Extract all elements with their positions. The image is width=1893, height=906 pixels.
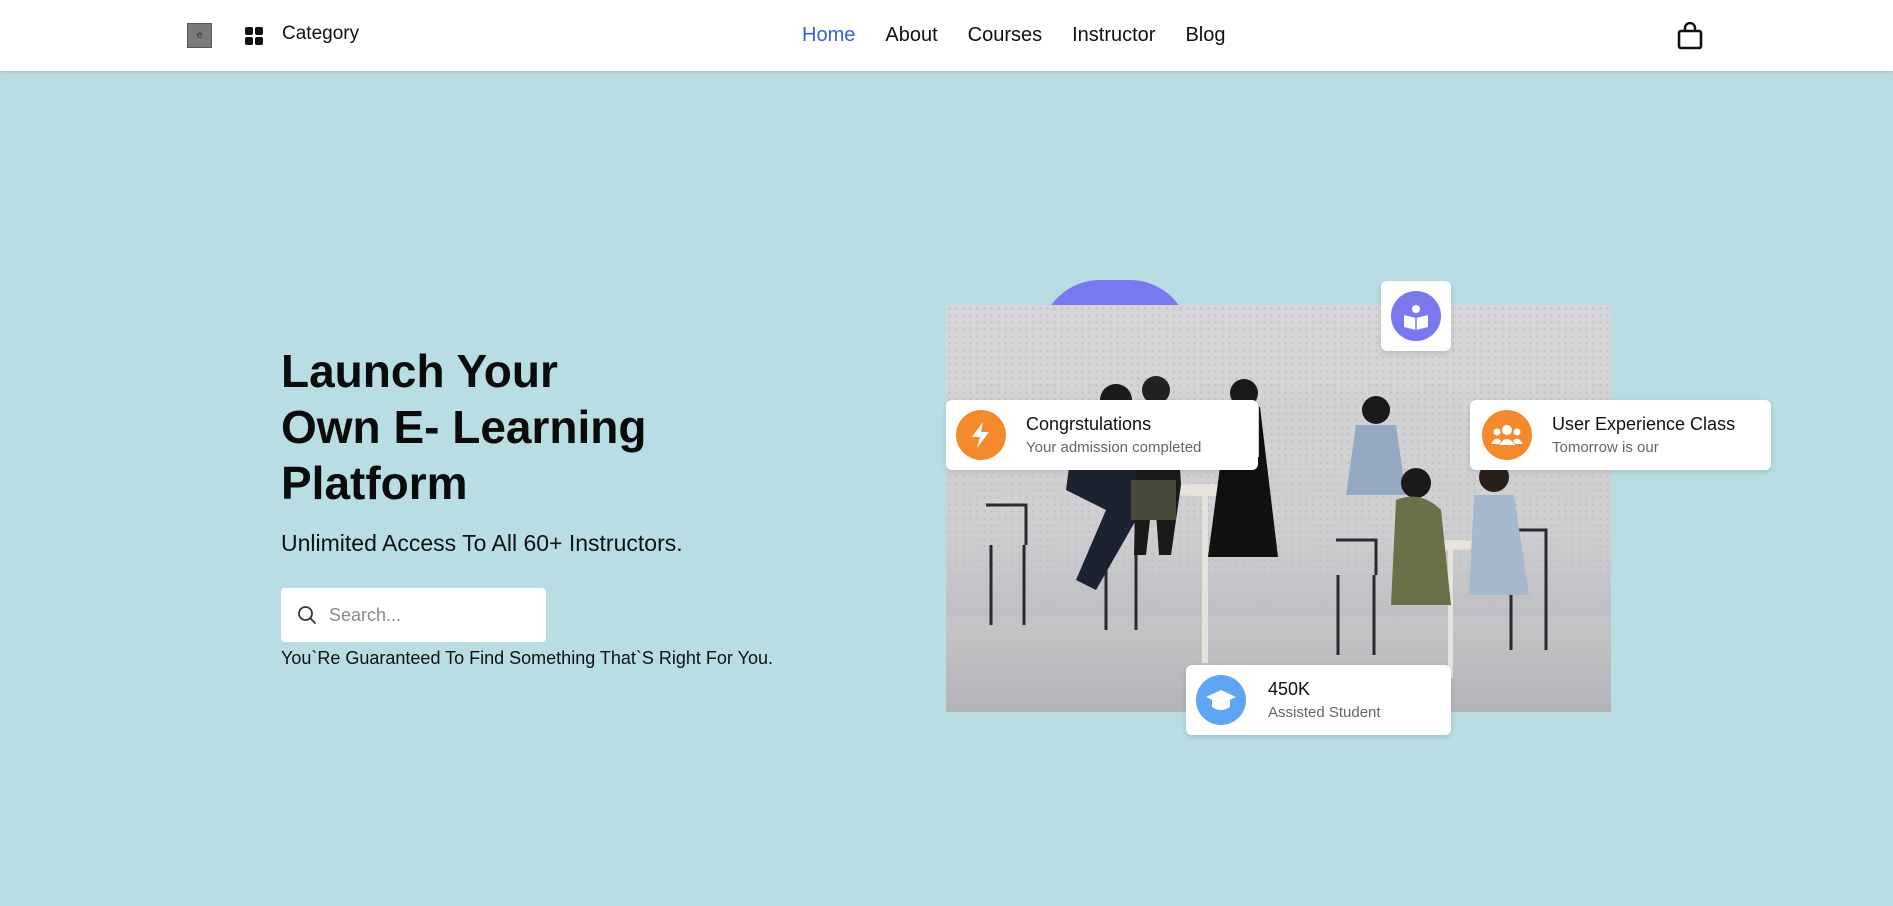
lightning-icon <box>956 410 1006 460</box>
hero-subtitle: Unlimited Access To All 60+ Instructors. <box>281 530 683 556</box>
hero-title: Launch Your Own E- Learning Platform <box>281 343 801 511</box>
category-grid-icon[interactable] <box>245 27 263 45</box>
congratulations-card: Congrstulations Your admission completed <box>946 400 1258 470</box>
congratulations-title: Congrstulations <box>1026 414 1152 434</box>
students-count: 450K <box>1268 679 1311 699</box>
nav-home[interactable]: Home <box>802 24 855 47</box>
search-input[interactable] <box>329 604 519 626</box>
ux-class-text: User Experience Class Tomorrow is our <box>1552 414 1735 456</box>
ux-class-card: User Experience Class Tomorrow is our <box>1470 400 1771 470</box>
logo-text: e <box>196 30 203 41</box>
nav-instructor[interactable]: Instructor <box>1072 24 1155 47</box>
top-header: e Category Home About Courses Instructor… <box>0 0 1893 71</box>
hero-title-line1: Launch Your <box>281 345 558 397</box>
students-illustration <box>986 376 1548 678</box>
congratulations-text: Congrstulations Your admission completed <box>1026 414 1201 456</box>
nav-blog[interactable]: Blog <box>1185 24 1225 47</box>
students-photo <box>946 305 1611 712</box>
students-label: Assisted Student <box>1268 704 1381 721</box>
ux-class-subtitle: Tomorrow is our <box>1552 439 1659 456</box>
book-badge <box>1381 281 1451 351</box>
ux-class-title: User Experience Class <box>1552 414 1736 434</box>
students-card: 450K Assisted Student <box>1186 665 1451 735</box>
nav-about[interactable]: About <box>885 24 937 47</box>
congratulations-subtitle: Your admission completed <box>1026 439 1202 456</box>
shopping-bag-icon[interactable] <box>1677 22 1703 50</box>
nav-courses[interactable]: Courses <box>968 24 1042 47</box>
hero-title-line3: Platform <box>281 457 468 509</box>
logo[interactable]: e <box>187 23 212 48</box>
hero-note: You`Re Guaranteed To Find Something That… <box>281 648 773 668</box>
main-nav: Home About Courses Instructor Blog <box>802 24 1226 47</box>
users-icon <box>1482 410 1532 460</box>
category-label[interactable]: Category <box>282 23 359 45</box>
hero-title-line2: Own E- Learning <box>281 401 647 453</box>
search-icon <box>298 606 316 624</box>
reading-book-icon <box>1391 291 1441 341</box>
search-box[interactable] <box>281 588 546 642</box>
students-text: 450K Assisted Student <box>1268 679 1381 721</box>
graduation-cap-icon <box>1196 675 1246 725</box>
